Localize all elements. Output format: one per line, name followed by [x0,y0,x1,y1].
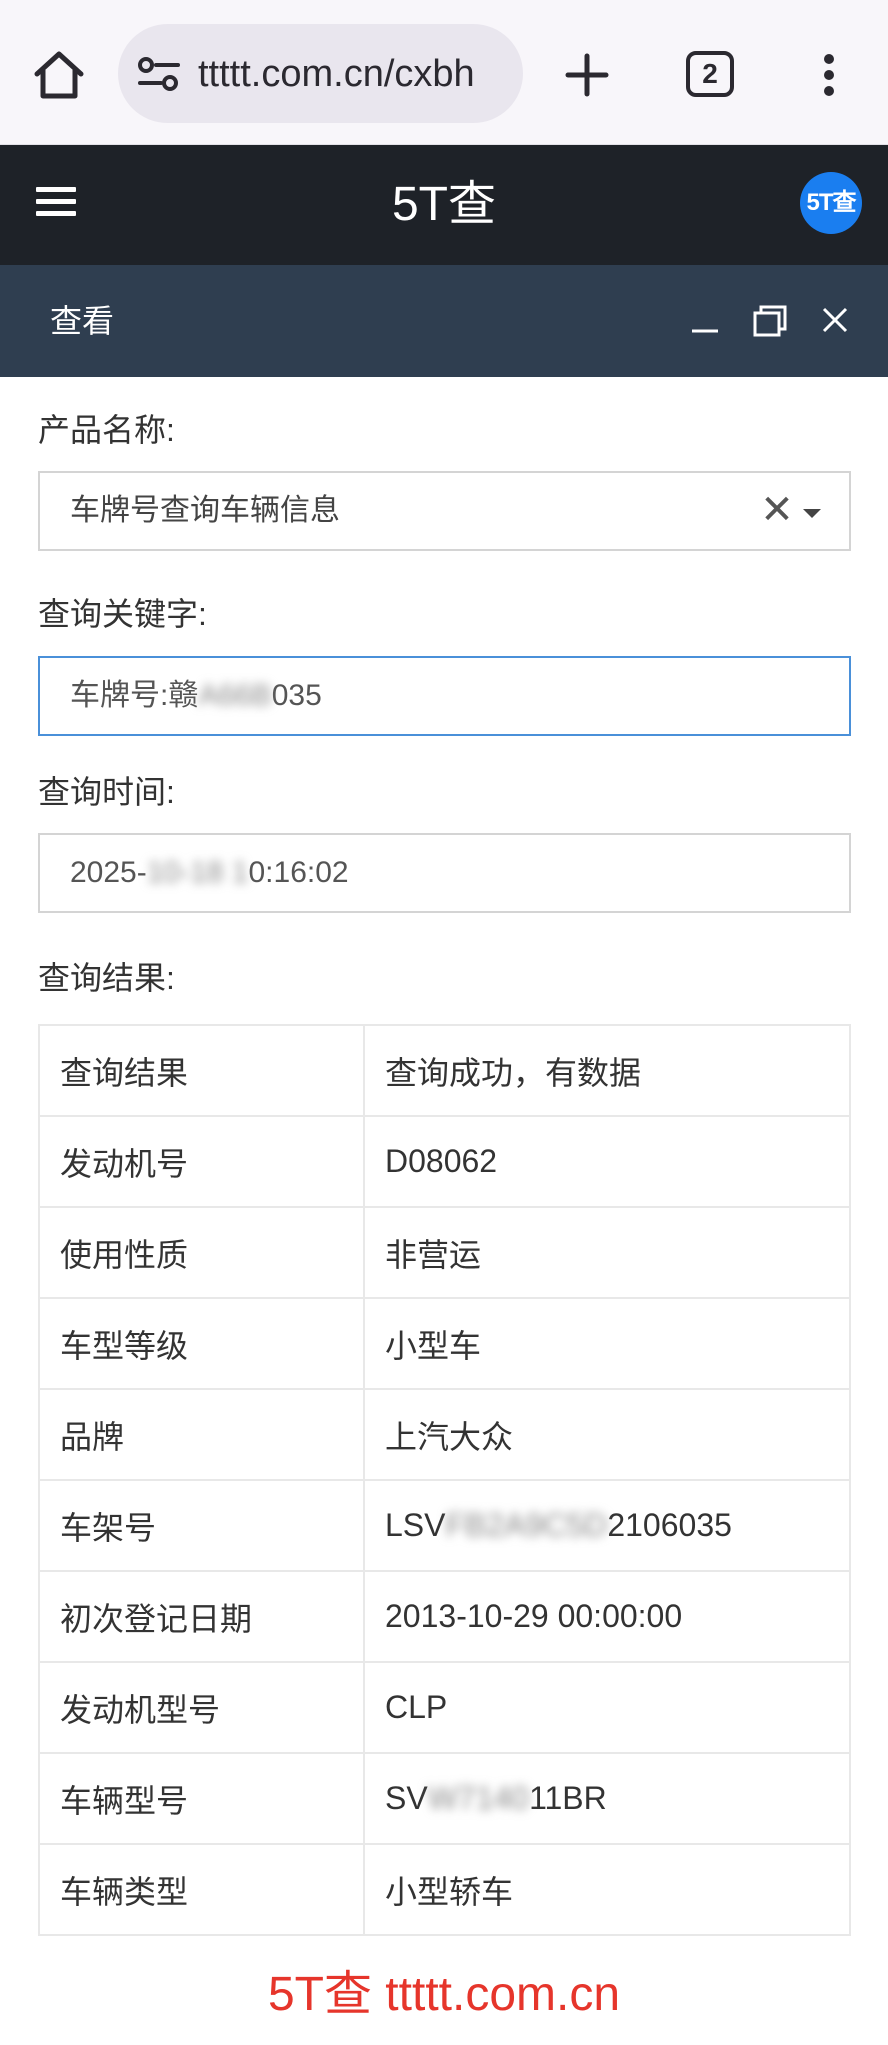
vin-suffix: 2106035 [607,1507,732,1543]
maximize-icon[interactable] [752,303,788,339]
more-menu-icon [824,54,834,96]
table-row: 车辆型号 SVW714011BR [38,1752,851,1845]
row-value: 2013-10-29 00:00:00 [363,1570,851,1663]
result-table: 查询结果 查询成功，有数据 发动机号 D08062 使用性质 非营运 车型等级 … [38,1024,851,1936]
row-key: 初次登记日期 [38,1570,365,1663]
row-value: 小型轿车 [363,1843,851,1936]
row-value: CLP [363,1661,851,1754]
new-tab-icon [565,53,609,97]
model-prefix: SV [385,1780,428,1816]
query-time-value: 2025-10-18 10:16:02 [70,835,349,911]
query-result-label: 查询结果: [38,960,175,996]
table-row: 车辆类型 小型轿车 [38,1843,851,1936]
url-text[interactable]: ttttt.com.cn/cxbh [198,48,508,100]
keyword-value: 车牌号:赣A66B035 [70,658,322,734]
time-prefix: 2025- [70,856,147,889]
row-key: 车辆类型 [38,1843,365,1936]
keyword-redacted: A66B [198,679,272,712]
row-key: 车型等级 [38,1297,365,1390]
row-value: 查询成功，有数据 [363,1024,851,1117]
query-time-field: 2025-10-18 10:16:02 [38,833,851,913]
query-time-label: 查询时间: [38,774,175,810]
table-row: 发动机号 D08062 [38,1115,851,1208]
product-select[interactable]: 车牌号查询车辆信息 ✕ [38,471,851,551]
row-key: 使用性质 [38,1206,365,1299]
vin-prefix: LSV [385,1507,446,1543]
table-row: 车架号 LSVFB2A9C5D2106035 [38,1479,851,1572]
row-value: D08062 [363,1115,851,1208]
browser-toolbar: ttttt.com.cn/cxbh 2 [0,0,888,145]
row-value: 非营运 [363,1206,851,1299]
row-value: 小型车 [363,1297,851,1390]
table-row: 车型等级 小型车 [38,1297,851,1390]
row-key: 品牌 [38,1388,365,1481]
more-menu-button[interactable] [800,46,858,104]
product-name-label: 产品名称: [38,412,175,448]
home-button[interactable] [30,46,88,104]
row-key: 查询结果 [38,1024,365,1117]
product-select-value: 车牌号查询车辆信息 [70,494,340,527]
row-key: 发动机型号 [38,1661,365,1754]
table-row: 初次登记日期 2013-10-29 00:00:00 [38,1570,851,1663]
table-row: 品牌 上汽大众 [38,1388,851,1481]
row-value: LSVFB2A9C5D2106035 [363,1479,851,1572]
model-suffix: 11BR [529,1780,607,1816]
table-row: 发动机型号 CLP [38,1661,851,1754]
keyword-input[interactable]: 车牌号:赣A66B035 [38,656,851,736]
site-settings-icon[interactable] [136,54,182,94]
row-key: 车架号 [38,1479,365,1572]
keyword-suffix: 035 [271,679,322,712]
keyword-prefix: 车牌号:赣 [70,679,199,712]
row-key: 车辆型号 [38,1752,365,1845]
model-redacted: W7140 [427,1780,530,1816]
row-key: 发动机号 [38,1115,365,1208]
tab-switcher-button[interactable]: 2 [686,51,734,97]
table-row: 使用性质 非营运 [38,1206,851,1299]
site-header: 5T查 5T查 [0,145,888,265]
site-logo[interactable]: 5T查 [800,172,862,234]
footer-brand: 5T查 ttttt.com.cn [267,1968,621,2021]
clear-selection-icon[interactable]: ✕ [758,490,796,530]
keyword-label: 查询关键字: [38,596,207,632]
minimize-icon[interactable] [688,305,722,339]
home-icon [34,51,84,99]
vin-redacted: FB2A9C5D [445,1507,608,1543]
dialog-title: 查看 [50,303,115,339]
close-icon[interactable] [818,303,852,337]
site-title: 5T查 [391,178,497,231]
dialog-header: 查看 [0,265,888,377]
time-suffix: 0:16:02 [248,856,349,889]
row-value: 上汽大众 [363,1388,851,1481]
new-tab-button[interactable] [556,46,618,104]
time-redacted: 10-18 1 [146,856,249,889]
row-value: SVW714011BR [363,1752,851,1845]
table-row: 查询结果 查询成功，有数据 [38,1024,851,1117]
chevron-down-icon[interactable] [803,509,821,518]
